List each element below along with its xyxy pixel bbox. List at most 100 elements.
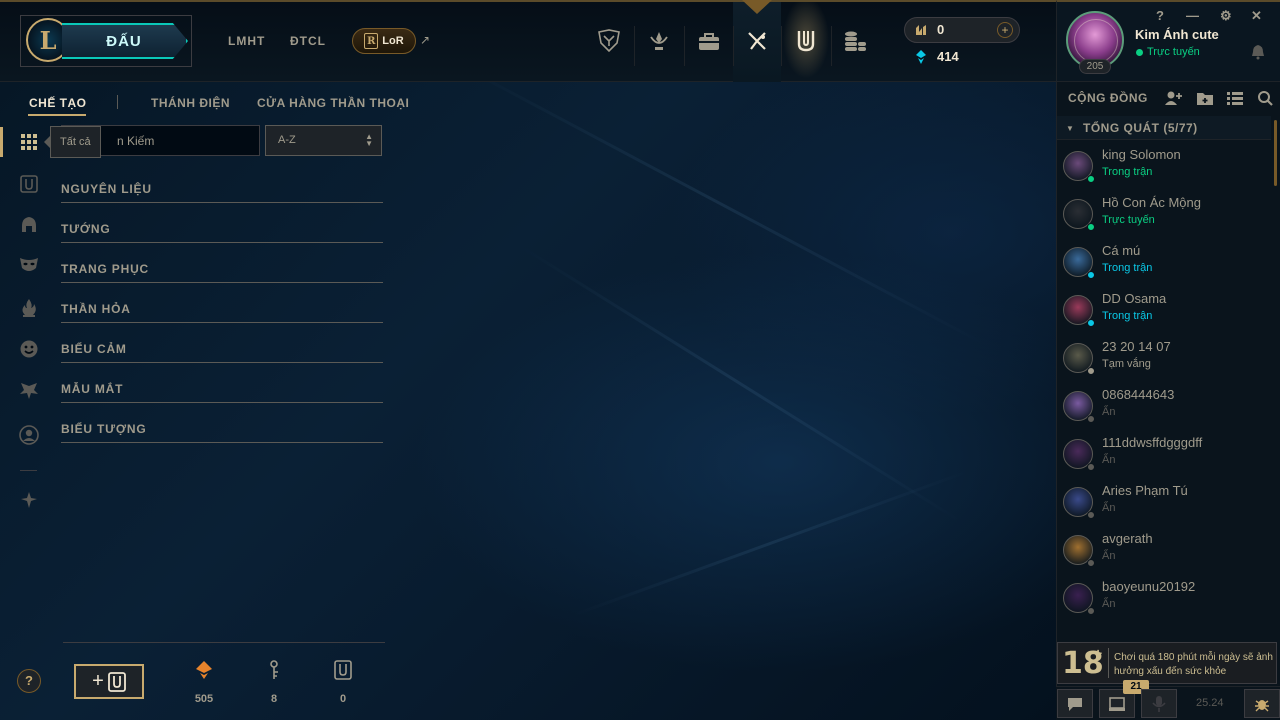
buy-rp-button[interactable]: + [997, 22, 1013, 38]
lor-icon: R [364, 33, 379, 49]
chest-icon [107, 671, 126, 692]
tab-cua-hang-than-thoai[interactable]: CỬA HÀNG THẦN THOẠI [257, 96, 409, 110]
friend-status: Trong trận [1102, 262, 1153, 274]
grid-all-icon[interactable] [18, 131, 40, 153]
chests-value: 0 [339, 693, 347, 705]
tab-separator [117, 95, 118, 109]
sort-select[interactable]: A-Z ▲ ▼ [265, 125, 382, 156]
friend-status-icon [1087, 559, 1095, 567]
keys-value: 8 [270, 693, 278, 705]
missions-icon [1109, 696, 1125, 711]
friend-name: king Solomon [1102, 147, 1181, 162]
friend-list-item[interactable]: 0868444643 Ẩn [1060, 385, 1260, 429]
friend-status-icon [1087, 463, 1095, 471]
category-tuong[interactable]: TƯỚNG [61, 203, 383, 243]
friend-list-item[interactable]: king Solomon Trong trận [1060, 145, 1260, 189]
profile-name[interactable]: Kim Ánh cute [1135, 27, 1219, 42]
age-warning-text: Chơi quá 180 phút mỗi ngày sẽ ảnh hưởng … [1114, 652, 1273, 677]
friend-list-item[interactable]: 23 20 14 07 Tạm vắng [1060, 337, 1260, 381]
esports-crest-icon[interactable] [592, 24, 626, 58]
profile-level: 205 [1079, 59, 1111, 74]
profile-status[interactable]: Trực tuyến [1147, 46, 1200, 58]
skin-mask-icon[interactable] [18, 254, 40, 276]
category-than-hoa[interactable]: THẦN HỎA [61, 283, 383, 323]
friend-status-icon [1087, 415, 1095, 423]
friend-name: 23 20 14 07 [1102, 339, 1171, 354]
category-bieu-cam[interactable]: BIỂU CẢM [61, 323, 383, 363]
friend-name: avgerath [1102, 531, 1153, 546]
blue-essence-icon [916, 50, 926, 64]
friend-list-item[interactable]: DD Osama Trong trận [1060, 289, 1260, 333]
tft-icon[interactable] [18, 489, 40, 511]
friend-status: Trong trận [1102, 310, 1153, 322]
store-coins-icon[interactable] [838, 24, 872, 58]
friend-name: Aries Phạm Tú [1102, 483, 1188, 498]
help-icon[interactable]: ? [1156, 8, 1164, 23]
ward-flame-icon[interactable] [18, 297, 40, 319]
background-streak [572, 470, 968, 617]
friend-status-icon [1087, 223, 1095, 231]
riot-points-icon [916, 25, 926, 35]
list-view-icon[interactable] [1226, 90, 1244, 106]
client-version: 25.24 [1196, 697, 1224, 709]
close-icon[interactable]: ✕ [1251, 8, 1262, 24]
category-label: TRANG PHỤC [61, 262, 149, 276]
social-title: CỘNG ĐỒNG [1068, 91, 1148, 105]
summoner-icon-filter-icon[interactable] [18, 424, 40, 446]
lor-button[interactable]: R LoR [352, 28, 416, 54]
craft-chest-button[interactable]: + [74, 664, 144, 699]
friend-status-icon [1087, 175, 1095, 183]
category-trang-phuc[interactable]: TRANG PHỤC [61, 243, 383, 283]
loot-hextech-icon[interactable] [740, 24, 774, 58]
rank-crest-icon[interactable] [642, 24, 676, 58]
lor-label: LoR [382, 35, 404, 47]
eye-color-icon[interactable] [18, 380, 40, 402]
tab-che-tao[interactable]: CHẾ TẠO [29, 96, 87, 110]
collection-filter-icon[interactable] [18, 173, 40, 195]
friend-list-item[interactable]: Aries Phạm Tú Ẩn [1060, 481, 1260, 525]
friend-name: Cá mú [1102, 243, 1141, 258]
add-friend-icon[interactable] [1165, 90, 1183, 106]
age-rating-plus: + [1094, 645, 1103, 661]
tab-thanh-dien[interactable]: THÁNH ĐIỆN [151, 96, 230, 110]
add-folder-icon[interactable] [1196, 90, 1214, 106]
orange-essence-stat: 505 [184, 660, 224, 705]
inventory-bag-icon[interactable] [692, 24, 726, 58]
voice-button[interactable] [1141, 689, 1177, 718]
active-filter-indicator [0, 127, 3, 157]
category-bieu-tuong[interactable]: BIỂU TƯỢNG [61, 403, 383, 443]
emote-face-icon[interactable] [18, 338, 40, 360]
friend-list-item[interactable]: baoyeunu20192 Ẩn [1060, 577, 1260, 621]
friend-status: Ẩn [1102, 598, 1116, 610]
friend-list-item[interactable]: 111ddwsffdgggdff Ẩn [1060, 433, 1260, 477]
bug-icon [1255, 699, 1269, 711]
category-nguyen-lieu[interactable]: NGUYÊN LIỆU [61, 163, 383, 203]
filter-divider [20, 470, 37, 471]
orange-essence-icon [196, 661, 212, 679]
friends-scrollbar[interactable] [1274, 120, 1277, 186]
toolbar-separator [684, 26, 685, 66]
sort-value: A-Z [278, 134, 296, 146]
notification-bell-icon[interactable] [1251, 44, 1265, 60]
settings-gear-icon[interactable]: ⚙ [1220, 8, 1232, 24]
friend-list-item[interactable]: Hồ Con Ác Mộng Trực tuyến [1060, 193, 1260, 237]
category-mau-mat[interactable]: MẪU MẮT [61, 363, 383, 403]
nav-link-lmht[interactable]: LMHT [228, 34, 265, 48]
help-button[interactable]: ? [17, 669, 41, 693]
collection-icon[interactable] [789, 24, 823, 58]
search-icon[interactable] [1257, 90, 1275, 106]
friend-status: Ẩn [1102, 550, 1116, 562]
chat-bubble-icon [1068, 697, 1082, 711]
nav-link-dtcl[interactable]: ĐTCL [290, 34, 326, 48]
loot-footer-divider [63, 642, 385, 643]
bug-report-button[interactable] [1244, 689, 1280, 718]
microphone-icon [1152, 695, 1166, 712]
champion-helmet-icon[interactable] [18, 214, 40, 236]
minimize-icon[interactable]: — [1186, 8, 1199, 23]
chat-button[interactable] [1057, 689, 1093, 718]
friend-name: 0868444643 [1102, 387, 1175, 402]
friend-list-item[interactable]: avgerath Ẩn [1060, 529, 1260, 573]
friend-list-item[interactable]: Cá mú Trong trận [1060, 241, 1260, 285]
play-button[interactable]: ĐẤU [62, 23, 188, 59]
key-icon [270, 660, 278, 679]
